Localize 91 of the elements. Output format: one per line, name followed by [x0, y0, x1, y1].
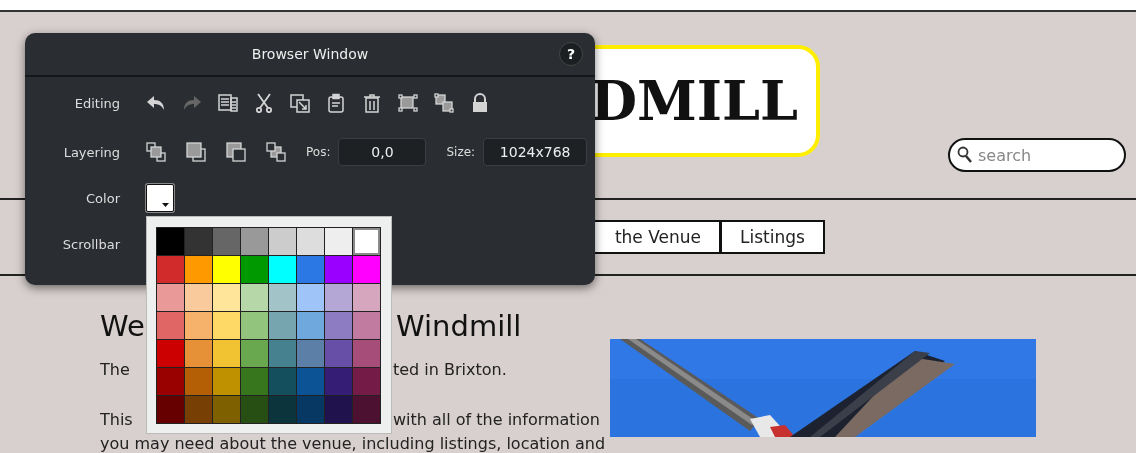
color-swatch[interactable] [157, 256, 184, 283]
color-swatch[interactable] [353, 368, 380, 395]
color-swatch[interactable] [241, 312, 268, 339]
search-field[interactable]: search [948, 138, 1126, 172]
color-swatch[interactable] [269, 312, 296, 339]
search-icon [957, 146, 973, 164]
color-swatch[interactable] [185, 284, 212, 311]
text-field[interactable]: 1024x768 [483, 138, 588, 166]
color-swatch[interactable] [269, 396, 296, 423]
copy-icon[interactable] [218, 93, 238, 113]
color-swatch[interactable] [157, 340, 184, 367]
ungroup-icon[interactable] [434, 93, 454, 113]
color-swatch[interactable] [185, 312, 212, 339]
color-swatch[interactable] [157, 284, 184, 311]
body-text: This [100, 409, 133, 431]
color-swatch[interactable] [241, 340, 268, 367]
body-text: with all of the information [393, 409, 600, 431]
color-swatch[interactable] [157, 368, 184, 395]
color-swatch[interactable] [325, 340, 352, 367]
text-field[interactable]: 0,0 [338, 138, 427, 166]
property-label: Editing [73, 95, 121, 111]
logo-text: DMILL [590, 69, 798, 133]
property-label: Color [85, 190, 121, 206]
color-swatch[interactable] [185, 256, 212, 283]
lock-icon[interactable] [470, 93, 490, 113]
color-swatch[interactable] [297, 368, 324, 395]
color-swatch[interactable] [185, 368, 212, 395]
color-swatch[interactable] [297, 256, 324, 283]
color-swatch[interactable] [241, 256, 268, 283]
color-swatch[interactable] [353, 396, 380, 423]
color-swatch[interactable] [269, 228, 296, 255]
color-swatch[interactable] [157, 312, 184, 339]
color-swatch[interactable] [269, 368, 296, 395]
color-swatch[interactable] [269, 340, 296, 367]
field-label: Size: [446, 145, 476, 159]
color-swatch[interactable] [241, 228, 268, 255]
color-picker[interactable] [146, 184, 174, 212]
trash-icon[interactable] [362, 93, 382, 113]
body-text: you may need about the venue, including listings, location and [100, 433, 606, 453]
color-swatch[interactable] [297, 312, 324, 339]
caret-icon [162, 203, 169, 207]
color-swatch[interactable] [213, 340, 240, 367]
heading-text: Windmill [396, 308, 522, 345]
color-swatch[interactable] [157, 228, 184, 255]
heading-text: We [100, 308, 145, 345]
color-swatch[interactable] [297, 340, 324, 367]
nav-tab[interactable]: Listings [720, 220, 825, 254]
property-label: Scrollbar [61, 236, 121, 252]
color-swatch[interactable] [297, 284, 324, 311]
color-swatch[interactable] [213, 312, 240, 339]
color-swatch[interactable] [213, 368, 240, 395]
color-swatch[interactable] [325, 284, 352, 311]
color-swatch[interactable] [353, 256, 380, 283]
color-swatch[interactable] [213, 284, 240, 311]
cut-icon[interactable] [254, 93, 274, 113]
color-swatch[interactable] [157, 396, 184, 423]
color-swatch[interactable] [297, 228, 324, 255]
property-label: Layering [62, 144, 121, 160]
color-swatch[interactable] [241, 284, 268, 311]
color-swatch[interactable] [213, 396, 240, 423]
color-swatch[interactable] [269, 284, 296, 311]
bring-to-front-icon[interactable] [146, 142, 166, 162]
paste-icon[interactable] [290, 93, 310, 113]
color-swatch[interactable] [185, 228, 212, 255]
color-swatch[interactable] [353, 340, 380, 367]
color-swatch[interactable] [241, 396, 268, 423]
panel-title: Browser Window [251, 46, 369, 62]
color-swatch[interactable] [213, 256, 240, 283]
color-swatch[interactable] [297, 396, 324, 423]
body-text: ted in Brixton. [393, 359, 507, 381]
clipboard-icon[interactable] [326, 93, 346, 113]
color-swatch[interactable] [325, 256, 352, 283]
color-swatch[interactable] [269, 256, 296, 283]
send-backward-icon[interactable] [226, 142, 246, 162]
color-swatch[interactable] [241, 368, 268, 395]
color-swatch[interactable] [325, 228, 352, 255]
field-label: Pos: [306, 145, 331, 159]
color-swatch[interactable] [325, 368, 352, 395]
help-button[interactable]: ? [559, 42, 583, 66]
color-swatch[interactable] [353, 312, 380, 339]
color-swatch[interactable] [213, 228, 240, 255]
send-to-back-icon[interactable] [266, 142, 286, 162]
group-icon[interactable] [398, 93, 418, 113]
color-swatch[interactable] [325, 312, 352, 339]
color-swatch[interactable] [353, 284, 380, 311]
body-text: The [100, 359, 130, 381]
color-swatch[interactable] [185, 340, 212, 367]
color-swatch[interactable] [325, 396, 352, 423]
color-swatch[interactable] [353, 228, 380, 255]
bring-forward-icon[interactable] [186, 142, 206, 162]
color-swatch[interactable] [185, 396, 212, 423]
